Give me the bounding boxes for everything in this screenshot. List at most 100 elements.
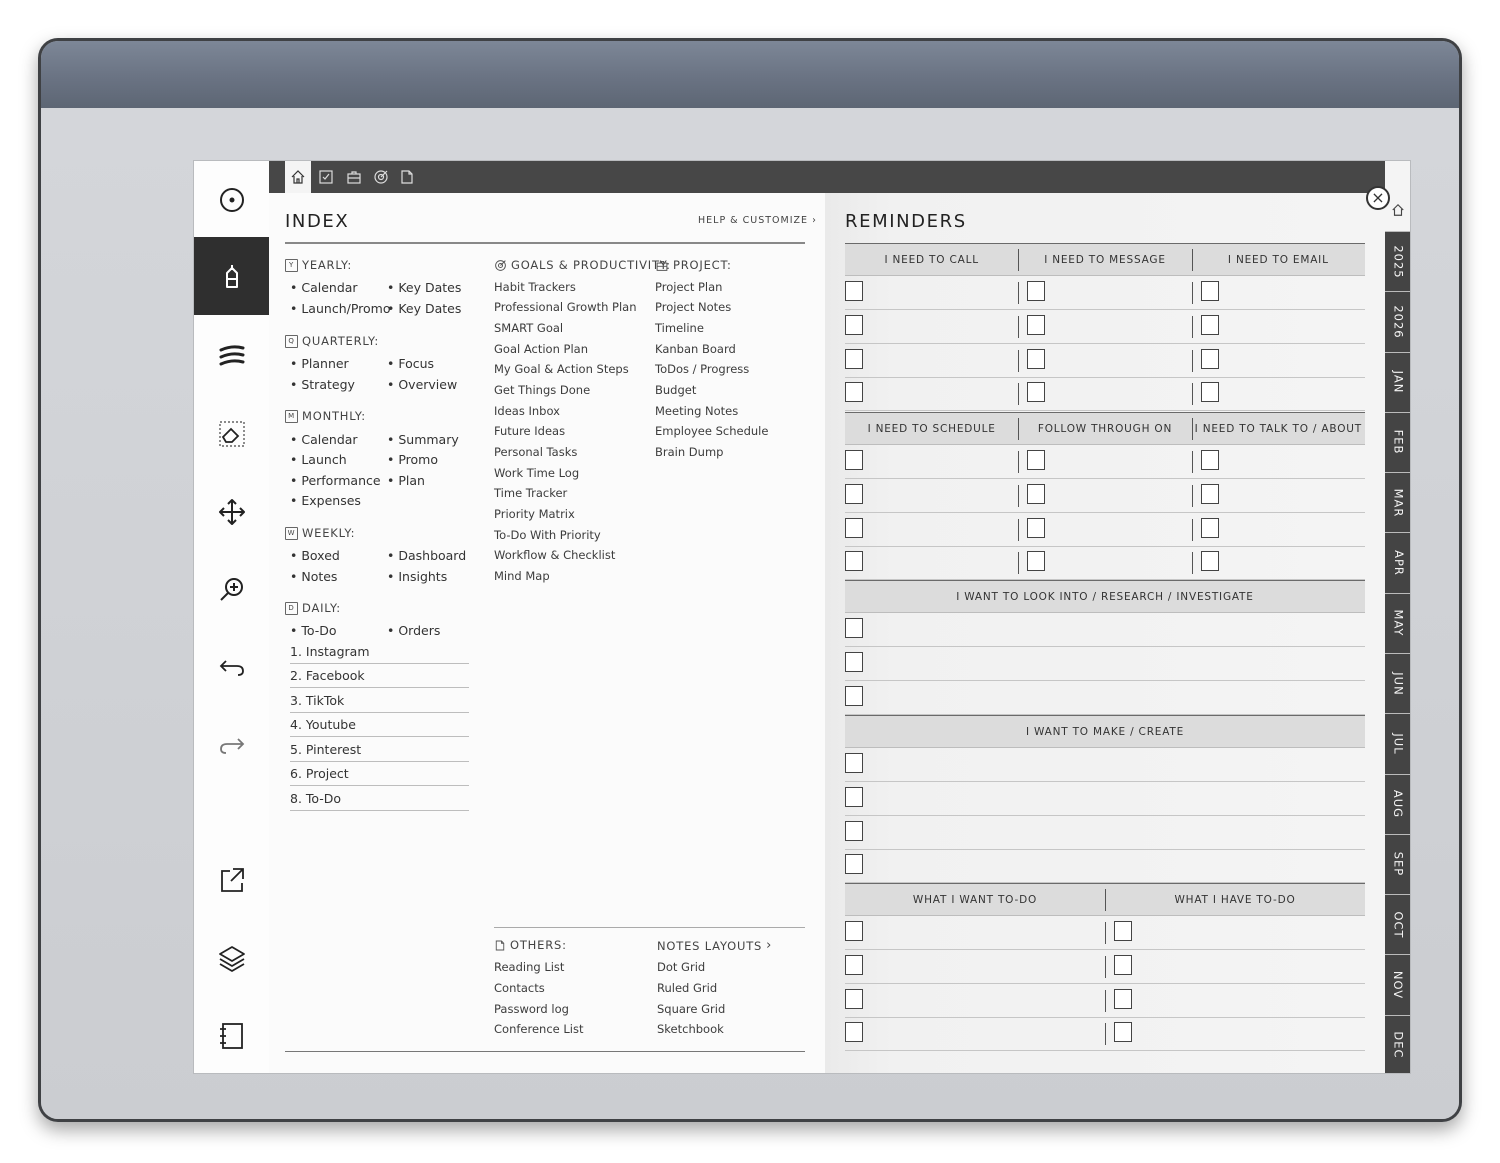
reminder-checkbox[interactable] xyxy=(1027,382,1046,403)
reminder-checkbox[interactable] xyxy=(1200,281,1219,301)
daily-facebook-link[interactable]: 2. Facebook xyxy=(290,668,365,683)
daily-todo-link[interactable]: • To-Do xyxy=(290,623,337,638)
reminder-checkbox[interactable] xyxy=(845,954,863,975)
monthly-summary-link[interactable]: • Summary xyxy=(387,432,459,447)
yearly-launch-promo-link[interactable]: • Launch/Promo xyxy=(290,301,390,316)
weekly-insights-link[interactable]: • Insights xyxy=(387,569,447,584)
yearly-key-dates-2-link[interactable]: • Key Dates xyxy=(387,301,461,316)
notebook-button[interactable] xyxy=(194,997,269,1073)
timeline-link[interactable]: Timeline xyxy=(655,321,704,335)
brain-dump-link[interactable]: Brain Dump xyxy=(655,445,723,459)
monthly-promo-link[interactable]: • Promo xyxy=(387,452,438,467)
undo-button[interactable] xyxy=(194,629,269,707)
password-log-link[interactable]: Password log xyxy=(494,1002,569,1016)
tab-may[interactable]: MAY xyxy=(1385,592,1410,653)
reminder-checkbox[interactable] xyxy=(845,348,863,369)
reminder-checkbox[interactable] xyxy=(1027,348,1046,369)
move-button[interactable] xyxy=(194,473,269,551)
home-icon[interactable] xyxy=(290,169,306,185)
strokes-tool-button[interactable] xyxy=(194,317,269,395)
my-goal-action-steps-link[interactable]: My Goal & Action Steps xyxy=(494,362,629,376)
reminder-checkbox[interactable] xyxy=(845,483,863,504)
monthly-calendar-link[interactable]: • Calendar xyxy=(290,432,358,447)
tab-jul[interactable]: JUL xyxy=(1385,713,1410,773)
daily-pinterest-link[interactable]: 5. Pinterest xyxy=(290,742,361,757)
tab-jan[interactable]: JAN xyxy=(1385,351,1410,412)
daily-orders-link[interactable]: • Orders xyxy=(387,623,440,638)
help-customize-link[interactable]: HELP & CUSTOMIZE › xyxy=(698,215,817,226)
ideas-inbox-link[interactable]: Ideas Inbox xyxy=(494,404,560,418)
layers-button[interactable] xyxy=(194,919,269,997)
reminder-checkbox[interactable] xyxy=(845,753,863,773)
tab-2025[interactable]: 2025 xyxy=(1385,231,1410,291)
tab-aug[interactable]: AUG xyxy=(1385,773,1410,834)
monthly-performance-link[interactable]: • Performance xyxy=(290,473,381,488)
weekly-boxed-link[interactable]: • Boxed xyxy=(290,548,340,563)
reminder-checkbox[interactable] xyxy=(1200,551,1219,572)
reminder-checkbox[interactable] xyxy=(845,651,863,672)
tab-2026[interactable]: 2026 xyxy=(1385,291,1410,351)
get-things-done-link[interactable]: Get Things Done xyxy=(494,383,590,397)
tab-nov[interactable]: NOV xyxy=(1385,954,1410,1014)
daily-youtube-link[interactable]: 4. Youtube xyxy=(290,717,356,732)
reminder-checkbox[interactable] xyxy=(845,820,863,841)
pen-tool-button[interactable] xyxy=(194,161,269,239)
home-icon[interactable] xyxy=(1391,203,1405,217)
daily-todo-numbered-link[interactable]: 8. To-Do xyxy=(290,791,341,806)
reminder-checkbox[interactable] xyxy=(1114,921,1132,941)
reminder-checkbox[interactable] xyxy=(1200,517,1219,538)
reminder-checkbox[interactable] xyxy=(1027,551,1046,572)
professional-growth-plan-link[interactable]: Professional Growth Plan xyxy=(494,300,637,314)
meeting-notes-link[interactable]: Meeting Notes xyxy=(655,404,738,418)
project-plan-link[interactable]: Project Plan xyxy=(655,280,722,294)
time-tracker-link[interactable]: Time Tracker xyxy=(494,486,567,500)
quarterly-section-link[interactable]: Q QUARTERLY: xyxy=(285,334,379,348)
employee-schedule-link[interactable]: Employee Schedule xyxy=(655,424,768,438)
smart-goal-link[interactable]: SMART Goal xyxy=(494,321,563,335)
reminder-checkbox[interactable] xyxy=(1027,281,1046,301)
contacts-link[interactable]: Contacts xyxy=(494,981,545,995)
close-icon[interactable]: × xyxy=(1366,186,1390,210)
reminder-checkbox[interactable] xyxy=(1114,988,1132,1009)
zoom-button[interactable] xyxy=(194,551,269,629)
todo-with-priority-link[interactable]: To-Do With Priority xyxy=(494,528,601,542)
dot-grid-link[interactable]: Dot Grid xyxy=(657,960,705,974)
conference-list-link[interactable]: Conference List xyxy=(494,1022,583,1036)
reminder-checkbox[interactable] xyxy=(845,921,863,941)
monthly-launch-link[interactable]: • Launch xyxy=(290,452,347,467)
budget-link[interactable]: Budget xyxy=(655,383,696,397)
tab-jun[interactable]: JUN xyxy=(1385,653,1410,713)
share-button[interactable] xyxy=(194,841,269,919)
work-time-log-link[interactable]: Work Time Log xyxy=(494,466,579,480)
reminder-checkbox[interactable] xyxy=(845,450,863,470)
reminder-checkbox[interactable] xyxy=(1200,382,1219,403)
reminder-checkbox[interactable] xyxy=(1027,314,1046,335)
reminder-checkbox[interactable] xyxy=(1200,483,1219,504)
reminder-checkbox[interactable] xyxy=(1200,314,1219,335)
square-grid-link[interactable]: Square Grid xyxy=(657,1002,725,1016)
workflow-checklist-link[interactable]: Workflow & Checklist xyxy=(494,548,615,562)
habit-trackers-link[interactable]: Habit Trackers xyxy=(494,280,576,294)
daily-project-link[interactable]: 6. Project xyxy=(290,766,349,781)
briefcase-icon[interactable] xyxy=(346,169,362,185)
weekly-dashboard-link[interactable]: • Dashboard xyxy=(387,548,466,563)
reminder-checkbox[interactable] xyxy=(845,382,863,403)
monthly-section-link[interactable]: M MONTHLY: xyxy=(285,409,366,423)
tab-oct[interactable]: OCT xyxy=(1385,894,1410,954)
daily-instagram-link[interactable]: 1. Instagram xyxy=(290,644,370,659)
reminder-checkbox[interactable] xyxy=(845,854,863,875)
weekly-notes-link[interactable]: • Notes xyxy=(290,569,337,584)
daily-tiktok-link[interactable]: 3. TikTok xyxy=(290,693,344,708)
document-icon[interactable] xyxy=(399,169,415,185)
others-section-link[interactable]: OTHERS: xyxy=(494,938,567,952)
reminder-checkbox[interactable] xyxy=(845,1022,863,1043)
goal-target-icon[interactable] xyxy=(373,169,389,185)
quarterly-strategy-link[interactable]: • Strategy xyxy=(290,377,355,392)
reminder-checkbox[interactable] xyxy=(845,685,863,706)
tab-mar[interactable]: MAR xyxy=(1385,472,1410,532)
checklist-icon[interactable] xyxy=(318,169,334,185)
daily-section-link[interactable]: D DAILY: xyxy=(285,601,341,615)
reading-list-link[interactable]: Reading List xyxy=(494,960,564,974)
personal-tasks-link[interactable]: Personal Tasks xyxy=(494,445,577,459)
todos-progress-link[interactable]: ToDos / Progress xyxy=(655,362,749,376)
